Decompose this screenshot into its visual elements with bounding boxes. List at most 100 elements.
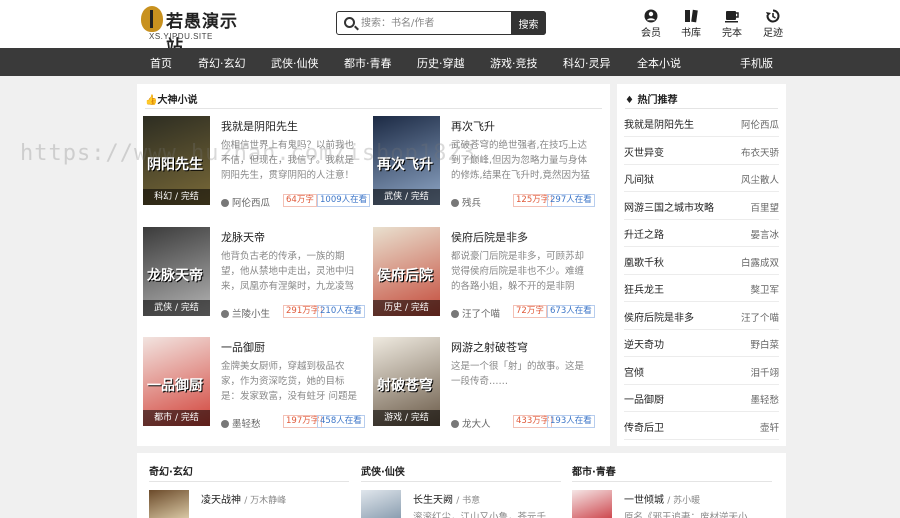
book-cover[interactable] bbox=[149, 490, 189, 518]
nav-home[interactable]: 首页 bbox=[150, 55, 172, 71]
book-cover[interactable]: 射破苍穹 游戏 / 完结 bbox=[373, 337, 440, 426]
book-title[interactable]: 我就是阴阳先生 bbox=[221, 118, 298, 134]
nav-game[interactable]: 游戏·竞技 bbox=[490, 55, 538, 71]
hot-item[interactable]: 灭世异变 布衣天骄 bbox=[624, 138, 779, 165]
nav-wuxia[interactable]: 武侠·仙侠 bbox=[271, 55, 319, 71]
hot-item[interactable]: 一品御厨 墨轻愁 bbox=[624, 385, 779, 412]
divider bbox=[149, 481, 349, 482]
hot-item-title[interactable]: 凡间狱 bbox=[624, 171, 654, 186]
avatar-icon bbox=[451, 310, 459, 318]
divider bbox=[361, 481, 561, 482]
book-author[interactable]: 汪了个喵 bbox=[451, 306, 500, 320]
hot-item-author: 汪了个喵 bbox=[740, 312, 779, 324]
hot-item[interactable]: 凡间狱 风尘散人 bbox=[624, 165, 779, 192]
book-title[interactable]: 一世倾城 / 苏小暖 bbox=[624, 491, 700, 506]
library-label: 书库 bbox=[681, 28, 701, 39]
nav-history[interactable]: 历史·穿越 bbox=[417, 55, 465, 71]
book-card[interactable]: 龙脉天帝 武侠 / 完结 龙脉天帝 他背负古老的传承，一族的期望，他从禁地中走出，灵池… bbox=[137, 227, 365, 339]
hot-panel: ♦ 热门推荐 我就是阴阳先生 阿伦西瓜 灭世异变 布衣天骄 凡间狱 风尘散人 网游三国之城市… bbox=[617, 84, 786, 446]
hot-item-title[interactable]: 网游三国之城市攻略 bbox=[624, 199, 714, 214]
avatar-icon bbox=[451, 420, 459, 428]
hot-item[interactable]: 侯府后院是非多 汪了个喵 bbox=[624, 303, 779, 330]
hot-item-title[interactable]: 升迁之路 bbox=[624, 226, 664, 241]
hot-item-author: 墨轻愁 bbox=[750, 395, 779, 406]
nav-scifi[interactable]: 科幻·灵异 bbox=[563, 55, 611, 71]
book-title[interactable]: 凌天战神 / 万木静峰 bbox=[201, 491, 286, 506]
search-button[interactable]: 搜索 bbox=[511, 11, 546, 35]
book-author[interactable]: 兰陵小生 bbox=[221, 306, 270, 320]
book-title[interactable]: 长生天阙 / 书意 bbox=[413, 491, 480, 506]
nav-complete[interactable]: 全本小说 bbox=[637, 55, 681, 71]
hot-item-author: 泪千翊 bbox=[750, 367, 779, 379]
hot-item-title[interactable]: 逆天奇功 bbox=[624, 336, 664, 351]
cover-tag: 都市 / 完结 bbox=[143, 410, 210, 426]
hot-item[interactable]: 我就是阴阳先生 阿伦西瓜 bbox=[624, 110, 779, 137]
hot-item[interactable]: 狂兵龙王 獒卫军 bbox=[624, 275, 779, 302]
author-name: 残兵 bbox=[462, 198, 482, 209]
hot-item[interactable]: 凰歌千秋 白露成双 bbox=[624, 248, 779, 275]
category-heading[interactable]: 都市·青春 bbox=[572, 463, 616, 478]
readers-badge: 458人在看 bbox=[317, 415, 365, 428]
book-cover[interactable]: 侯府后院 历史 / 完结 bbox=[373, 227, 440, 316]
finished-label: 完本 bbox=[722, 28, 742, 39]
book-card[interactable]: 侯府后院 历史 / 完结 侯府后院是非多 都说豪门后院是非多，可顾苏却觉得侯府后院是非… bbox=[367, 227, 595, 339]
watermark: https://www.huzhan.com/ishop1823 bbox=[20, 141, 476, 166]
book-cover[interactable]: 龙脉天帝 武侠 / 完结 bbox=[143, 227, 210, 316]
readers-badge: 1009人在看 bbox=[317, 194, 371, 207]
cover-tag: 科幻 / 完结 bbox=[143, 189, 210, 205]
book-author[interactable]: 墨轻愁 bbox=[221, 416, 261, 430]
book-card[interactable]: 一品御厨 都市 / 完结 一品御厨 金牌美女厨师，穿越到极品农家，作为资深吃货，她的目… bbox=[137, 337, 365, 449]
book-title[interactable]: 一品御厨 bbox=[221, 339, 265, 355]
book-card[interactable]: 射破苍穹 游戏 / 完结 网游之射破苍穹 这是一个很「射」的故事。这是一段传奇…… 龙大… bbox=[367, 337, 595, 449]
hot-item-title[interactable]: 宫倾 bbox=[624, 364, 644, 379]
cover-title: 射破苍穹 bbox=[377, 378, 433, 394]
book-card[interactable]: 阴阳先生 科幻 / 完结 我就是阴阳先生 你相信世界上有鬼吗？以前我也不信，但现在，我… bbox=[137, 116, 371, 228]
book-title-text: 一世倾城 bbox=[624, 495, 664, 506]
avatar-icon bbox=[221, 420, 229, 428]
hot-item[interactable]: 网游三国之城市攻略 百里望 bbox=[624, 193, 779, 220]
book-author[interactable]: 阿伦西瓜 bbox=[221, 195, 270, 209]
category-heading[interactable]: 奇幻·玄幻 bbox=[149, 463, 193, 478]
nav-fantasy[interactable]: 奇幻·玄幻 bbox=[198, 55, 246, 71]
cover-title: 一品御厨 bbox=[147, 378, 203, 394]
hot-item-title[interactable]: 一品御厨 bbox=[624, 391, 664, 406]
book-cover[interactable] bbox=[361, 490, 401, 518]
hot-item-title[interactable]: 传奇后卫 bbox=[624, 419, 664, 434]
hot-item-title[interactable]: 狂兵龙王 bbox=[624, 281, 664, 296]
library-link[interactable]: 书库 bbox=[676, 9, 706, 39]
site-logo[interactable]: 若愚演示站 XS.YIPDU.SITE bbox=[141, 6, 251, 57]
book-desc: 原名《邪王追妻：废材逆天小…… bbox=[624, 512, 767, 518]
divider bbox=[625, 108, 778, 109]
hot-item-title[interactable]: 我就是阴阳先生 bbox=[624, 116, 694, 131]
hot-item[interactable]: 传奇后卫 壶轩 bbox=[624, 413, 779, 440]
hot-item-title[interactable]: 凰歌千秋 bbox=[624, 254, 664, 269]
book-author[interactable]: 龙大人 bbox=[451, 416, 491, 430]
book-title[interactable]: 网游之射破苍穹 bbox=[451, 339, 528, 355]
avatar-icon bbox=[221, 199, 229, 207]
member-link[interactable]: 会员 bbox=[636, 9, 666, 39]
cover-tag: 武侠 / 完结 bbox=[373, 189, 440, 205]
book-author[interactable]: 残兵 bbox=[451, 195, 481, 209]
book-cover[interactable]: 一品御厨都市 / 完结 bbox=[143, 337, 210, 426]
book-cover[interactable] bbox=[572, 490, 612, 518]
hot-item[interactable]: 宫倾 泪千翊 bbox=[624, 358, 779, 385]
history-link[interactable]: 足迹 bbox=[758, 9, 788, 39]
hot-item[interactable]: 逆天奇功 野白菜 bbox=[624, 330, 779, 357]
book-title[interactable]: 侯府后院是非多 bbox=[451, 229, 528, 245]
finished-link[interactable]: 完本 bbox=[717, 9, 747, 39]
avatar-icon bbox=[221, 310, 229, 318]
book-title[interactable]: 再次飞升 bbox=[451, 118, 495, 134]
category-heading[interactable]: 武侠·仙侠 bbox=[361, 463, 405, 478]
book-title[interactable]: 龙脉天帝 bbox=[221, 229, 265, 245]
search-input[interactable] bbox=[361, 15, 511, 31]
nav-mobile[interactable]: 手机版 bbox=[740, 55, 773, 71]
hot-item[interactable]: 升迁之路 晏言冰 bbox=[624, 220, 779, 247]
hot-item-title[interactable]: 灭世异变 bbox=[624, 144, 664, 159]
nav-urban[interactable]: 都市·青春 bbox=[344, 55, 392, 71]
user-icon bbox=[644, 9, 658, 23]
book-card[interactable]: 再次飞升 武侠 / 完结 再次飞升 武破苍穹的绝世强者,在技巧上达到了巅峰,但因为忽略… bbox=[367, 116, 595, 228]
cover-tag: 历史 / 完结 bbox=[373, 300, 440, 316]
hot-item-author: 阿伦西瓜 bbox=[740, 120, 779, 131]
hot-item-title[interactable]: 侯府后院是非多 bbox=[624, 309, 694, 324]
member-label: 会员 bbox=[641, 28, 661, 39]
